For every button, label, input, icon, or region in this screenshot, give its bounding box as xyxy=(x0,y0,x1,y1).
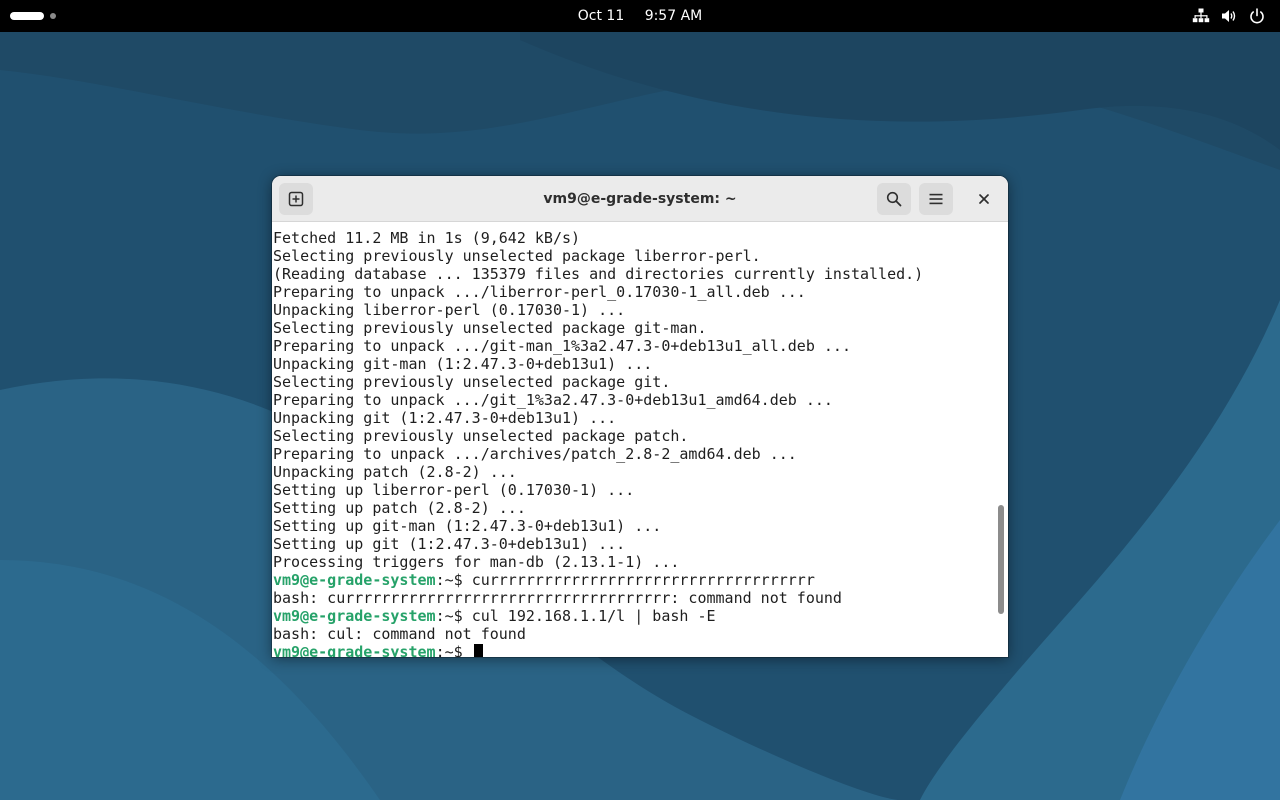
text-cursor xyxy=(473,644,483,657)
top-bar: Oct 11 9:57 AM xyxy=(0,0,1280,32)
search-icon xyxy=(886,191,902,207)
output-line: Fetched 11.2 MB in 1s (9,642 kB/s) xyxy=(273,229,581,247)
prompt-line: vm9@e-grade-system:~$ xyxy=(273,643,994,657)
output-line: Preparing to unpack .../git-man_1%3a2.47… xyxy=(273,337,851,355)
system-tray[interactable] xyxy=(1192,6,1266,26)
prompt-suffix: :~$ xyxy=(435,607,472,625)
output-line: Selecting previously unselected package … xyxy=(273,247,761,265)
output-line: Selecting previously unselected package … xyxy=(273,373,671,391)
window-title: vm9@e-grade-system: ~ xyxy=(543,191,737,207)
volume-icon xyxy=(1222,10,1236,22)
command-text: cul 192.168.1.1/l | bash -E xyxy=(471,607,716,625)
output-line: Preparing to unpack .../git_1%3a2.47.3-0… xyxy=(273,391,833,409)
output-line: Setting up git (1:2.47.3-0+deb13u1) ... xyxy=(273,535,626,553)
output-line: Processing triggers for man-db (2.13.1-1… xyxy=(273,553,680,571)
prompt-line: vm9@e-grade-system:~$ cul 192.168.1.1/l … xyxy=(273,607,994,625)
prompt-user: vm9@e-grade-system xyxy=(273,607,436,625)
new-tab-button[interactable] xyxy=(279,183,313,215)
close-icon xyxy=(979,194,989,204)
command-text: currrrrrrrrrrrrrrrrrrrrrrrrrrrrrrrrrrr xyxy=(471,571,815,589)
workspace-indicator xyxy=(50,13,56,19)
prompt-user: vm9@e-grade-system xyxy=(273,643,436,657)
output-line: Unpacking git (1:2.47.3-0+deb13u1) ... xyxy=(273,409,617,427)
scrollbar-thumb[interactable] xyxy=(998,505,1004,614)
prompt-user: vm9@e-grade-system xyxy=(273,571,436,589)
new-tab-icon xyxy=(288,191,304,207)
prompt-line: vm9@e-grade-system:~$ currrrrrrrrrrrrrrr… xyxy=(273,571,994,589)
output-line: Unpacking patch (2.8-2) ... xyxy=(273,463,517,481)
activities-button[interactable] xyxy=(10,9,56,23)
prompt-suffix: :~$ xyxy=(435,571,472,589)
output-line: Setting up patch (2.8-2) ... xyxy=(273,499,526,517)
output-line: Setting up liberror-perl (0.17030-1) ... xyxy=(273,481,635,499)
output-line: Unpacking liberror-perl (0.17030-1) ... xyxy=(273,301,626,319)
power-icon xyxy=(1250,8,1264,24)
output-line: Selecting previously unselected package … xyxy=(273,427,689,445)
header-bar[interactable]: vm9@e-grade-system: ~ xyxy=(272,176,1008,222)
output-line: Unpacking git-man (1:2.47.3-0+deb13u1) .… xyxy=(273,355,653,373)
output-line: bash: currrrrrrrrrrrrrrrrrrrrrrrrrrrrrrr… xyxy=(273,589,842,607)
output-line: Selecting previously unselected package … xyxy=(273,319,707,337)
output-line: Preparing to unpack .../archives/patch_2… xyxy=(273,445,797,463)
network-icon xyxy=(1192,8,1210,23)
scrollbar[interactable] xyxy=(994,222,1008,657)
hamburger-menu-icon xyxy=(929,193,943,205)
output-line: Setting up git-man (1:2.47.3-0+deb13u1) … xyxy=(273,517,662,535)
terminal-window: vm9@e-grade-system: ~ Fetched 11.2 MB in… xyxy=(272,176,1008,657)
close-button[interactable] xyxy=(972,187,996,211)
clock-date: Oct 11 xyxy=(577,8,625,24)
terminal-output[interactable]: Fetched 11.2 MB in 1s (9,642 kB/s) Select… xyxy=(272,222,994,657)
output-line: bash: cul: command not found xyxy=(273,625,526,643)
clock[interactable]: Oct 11 9:57 AM xyxy=(560,0,720,32)
workspace-indicator-active xyxy=(10,12,44,20)
prompt-suffix: :~$ xyxy=(435,643,472,657)
main-menu-button[interactable] xyxy=(919,183,953,215)
search-button[interactable] xyxy=(877,183,911,215)
clock-time: 9:57 AM xyxy=(644,8,703,24)
output-line: (Reading database ... 135379 files and d… xyxy=(273,265,924,283)
output-line: Preparing to unpack .../liberror-perl_0.… xyxy=(273,283,806,301)
